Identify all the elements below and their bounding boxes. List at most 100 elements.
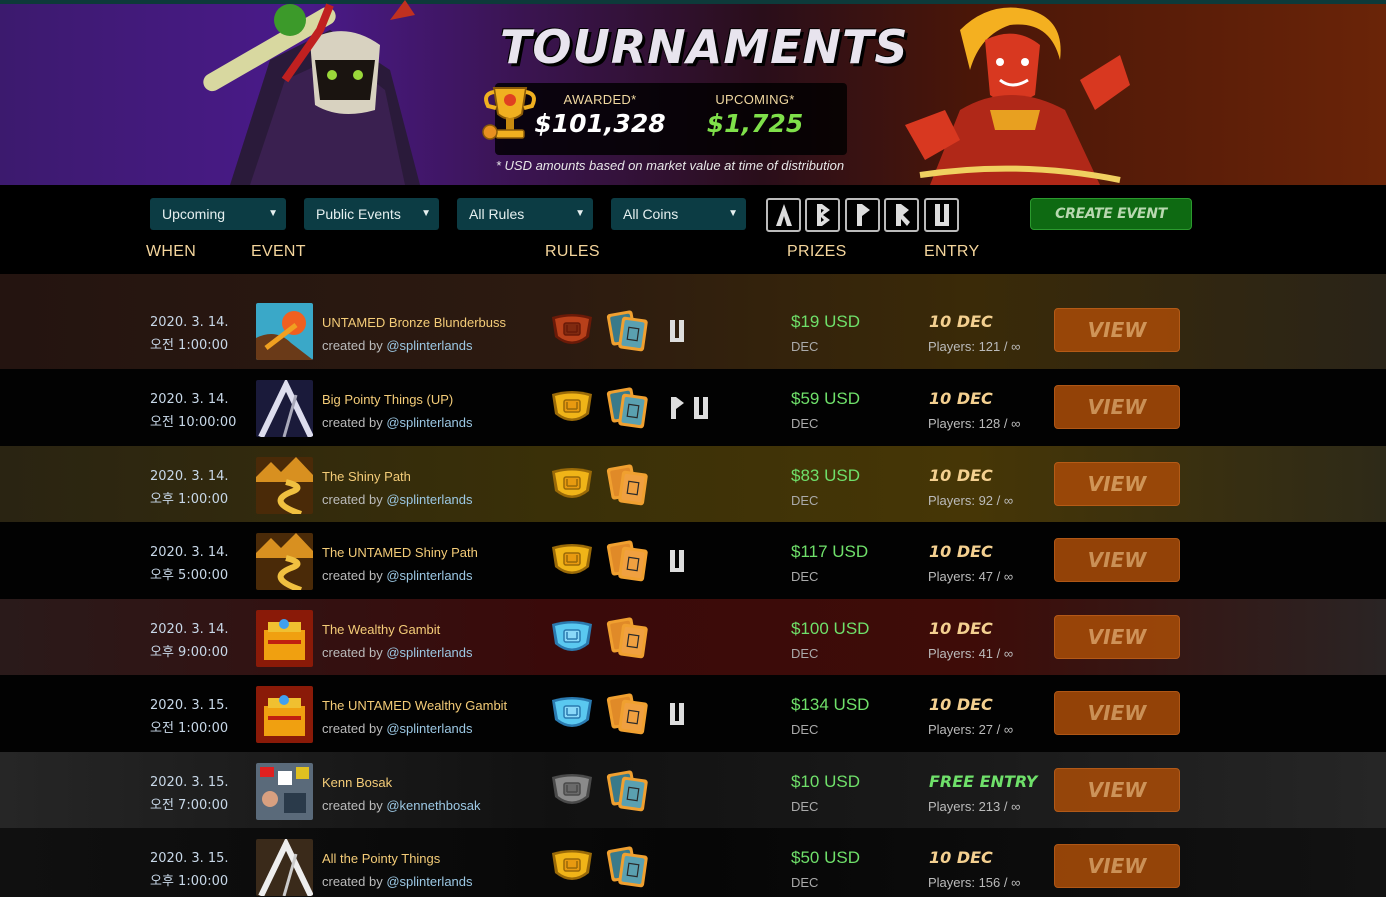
prize-currency: DEC bbox=[791, 569, 819, 584]
upcoming-stat: UPCOMING* $1,725 bbox=[685, 92, 825, 138]
view-button[interactable]: VIEW bbox=[1054, 385, 1180, 429]
visibility-select-value: Public Events bbox=[316, 206, 401, 222]
event-creator: created by @splinterlands bbox=[322, 334, 473, 357]
event-thumbnail bbox=[256, 686, 313, 743]
view-button[interactable]: VIEW bbox=[1054, 614, 1180, 659]
event-time: 오전 1:00:00 bbox=[150, 338, 229, 353]
untamed-edition-button[interactable] bbox=[924, 198, 959, 232]
untamed-edition-icon bbox=[694, 397, 708, 419]
event-date: 2020. 3. 15. bbox=[150, 774, 229, 790]
event-name: The UNTAMED Wealthy Gambit bbox=[322, 698, 508, 713]
event-rules bbox=[550, 615, 650, 661]
edition-restrictions bbox=[668, 701, 686, 727]
coins-select[interactable]: All Coins ▼ bbox=[611, 198, 746, 230]
row-content: 2020. 3. 14. 오전 1:00:00 UNTAMED Bronze Blu… bbox=[0, 292, 1386, 368]
row-content: 2020. 3. 15. 오전 7:00:00 Kenn Bosak created … bbox=[0, 752, 1386, 828]
rules-select[interactable]: All Rules ▼ bbox=[457, 198, 593, 230]
gold-league-icon bbox=[552, 467, 592, 498]
event-date: 2020. 3. 15. bbox=[150, 851, 229, 866]
filter-bar: Upcoming ▼ Public Events ▼ All Rules ▼ A… bbox=[0, 198, 1386, 232]
event-rules bbox=[550, 768, 650, 814]
promo-edition-button[interactable] bbox=[845, 198, 880, 232]
entry-fee: 10 DEC bbox=[929, 312, 993, 331]
page-title: TOURNAMENTS bbox=[500, 20, 909, 74]
view-button[interactable]: VIEW bbox=[1054, 308, 1180, 352]
row-content: 2020. 3. 14. 오전 10:00:00 Big Pointy Things… bbox=[0, 369, 1386, 445]
event-name: UNTAMED Bronze Blunderbuss bbox=[322, 315, 506, 330]
event-name: Big Pointy Things (UP) bbox=[322, 392, 454, 407]
prize-currency: DEC bbox=[791, 645, 819, 661]
event-time: 오전 1:00:00 bbox=[150, 721, 229, 736]
creator-link[interactable]: @splinterlands bbox=[386, 568, 472, 583]
silver-league-icon bbox=[552, 773, 592, 804]
view-button[interactable]: VIEW bbox=[1054, 767, 1180, 812]
creator-link[interactable]: @kennethbosak bbox=[386, 798, 480, 813]
beta-edition-button[interactable] bbox=[805, 198, 840, 232]
promo-edition-icon bbox=[856, 204, 870, 226]
event-time: 오후 1:00:00 bbox=[150, 874, 229, 889]
orange-card-deck-icon bbox=[606, 463, 648, 505]
rules-select-value: All Rules bbox=[469, 206, 525, 222]
chevron-down-icon: ▼ bbox=[728, 208, 738, 219]
event-datetime: 2020. 3. 14. 오전 10:00:00 bbox=[150, 388, 236, 434]
reward-edition-icon bbox=[895, 204, 910, 226]
edition-restrictions bbox=[668, 548, 686, 574]
prize-currency: DEC bbox=[791, 722, 819, 737]
event-thumbnail bbox=[256, 456, 313, 514]
upcoming-label: UPCOMING* bbox=[715, 92, 795, 107]
player-count: Players: 27 / ∞ bbox=[928, 722, 1014, 737]
blue-card-deck-icon bbox=[606, 769, 648, 811]
event-datetime: 2020. 3. 14. 오후 1:00:00 bbox=[150, 465, 229, 511]
reward-edition-button[interactable] bbox=[884, 198, 919, 232]
view-button[interactable]: VIEW bbox=[1054, 461, 1180, 506]
row-content: 2020. 3. 14. 오후 5:00:00 The UNTAMED Shiny … bbox=[0, 522, 1386, 598]
view-button[interactable]: VIEW bbox=[1054, 538, 1180, 582]
creator-link[interactable]: @splinterlands bbox=[386, 721, 472, 736]
awarded-value: $101,328 bbox=[534, 109, 666, 138]
status-select[interactable]: Upcoming ▼ bbox=[150, 198, 286, 230]
gold-league-icon bbox=[552, 391, 592, 421]
creator-link[interactable]: @splinterlands bbox=[386, 338, 472, 353]
event-time: 오후 1:00:00 bbox=[150, 491, 229, 507]
event-time: 오후 5:00:00 bbox=[150, 568, 229, 583]
beta-edition-icon bbox=[816, 204, 830, 226]
untamed-edition-icon bbox=[670, 320, 684, 342]
row-content: 2020. 3. 14. 오후 1:00:00 The Shiny Path crea… bbox=[0, 446, 1386, 522]
prize-amount: $117 USD bbox=[791, 542, 869, 561]
player-count: Players: 128 / ∞ bbox=[928, 416, 1021, 431]
created-by-label: created by bbox=[322, 568, 383, 583]
trophy-icon bbox=[482, 87, 536, 140]
untamed-edition-icon bbox=[934, 204, 949, 226]
table-row: 2020. 3. 15. 오후 1:00:00 All the Pointy Thi… bbox=[0, 828, 1386, 897]
event-time: 오후 9:00:00 bbox=[150, 644, 229, 660]
table-row: 2020. 3. 14. 오후 9:00:00 The Wealthy Gambit… bbox=[0, 598, 1386, 675]
visibility-select[interactable]: Public Events ▼ bbox=[304, 198, 439, 230]
alpha-edition-button[interactable] bbox=[766, 198, 801, 232]
event-date: 2020. 3. 14. bbox=[150, 392, 229, 407]
gold-league-icon bbox=[552, 850, 592, 880]
creator-link[interactable]: @splinterlands bbox=[386, 415, 472, 430]
skeleton-character-art bbox=[203, 0, 420, 185]
chevron-down-icon: ▼ bbox=[421, 208, 431, 219]
table-row: 2020. 3. 14. 오후 1:00:00 The Shiny Path crea… bbox=[0, 445, 1386, 522]
event-rules bbox=[550, 691, 686, 737]
creator-link[interactable]: @splinterlands bbox=[386, 874, 472, 889]
event-thumbnail bbox=[256, 762, 313, 820]
entry-fee: 10 DEC bbox=[929, 695, 993, 714]
orange-card-deck-icon bbox=[606, 616, 648, 658]
create-event-button[interactable]: CREATE EVENT bbox=[1030, 198, 1192, 230]
created-by-label: created by bbox=[322, 721, 383, 736]
view-button[interactable]: VIEW bbox=[1054, 844, 1180, 888]
event-rules bbox=[550, 538, 686, 584]
event-thumbnail bbox=[256, 380, 313, 437]
player-count: Players: 121 / ∞ bbox=[928, 339, 1021, 354]
row-content: 2020. 3. 14. 오후 9:00:00 The Wealthy Gambit… bbox=[0, 599, 1386, 675]
player-count: Players: 156 / ∞ bbox=[928, 875, 1021, 890]
view-button[interactable]: VIEW bbox=[1054, 691, 1180, 735]
status-select-value: Upcoming bbox=[162, 206, 226, 222]
column-header-rules: RULES bbox=[545, 243, 600, 260]
creator-link[interactable]: @splinterlands bbox=[386, 492, 472, 507]
created-by-label: created by bbox=[322, 797, 383, 813]
upcoming-value: $1,725 bbox=[706, 109, 804, 138]
creator-link[interactable]: @splinterlands bbox=[386, 645, 472, 660]
